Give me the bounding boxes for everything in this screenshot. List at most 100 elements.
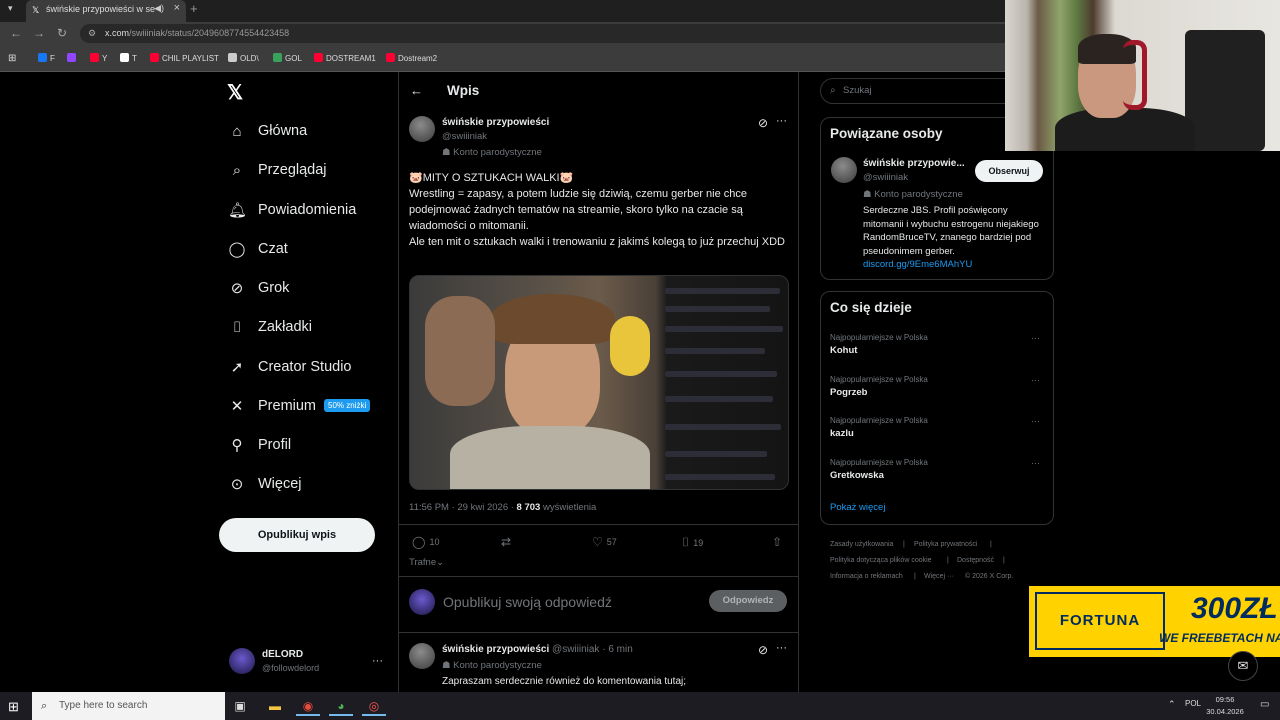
footer-separator: | xyxy=(947,557,949,564)
notifications-icon[interactable]: ▭ xyxy=(1260,699,1269,710)
more-options-icon[interactable]: ··· xyxy=(776,115,787,127)
windows-start-icon[interactable]: ⊞ xyxy=(8,699,19,715)
nav-profile[interactable]: ⚲ Profil xyxy=(228,433,292,457)
url-path: /swiiiniak/status/2049608774554423458 xyxy=(129,28,290,38)
bookmark-0[interactable]: F xyxy=(38,53,55,63)
chat-overlay-line xyxy=(665,451,767,457)
reply-button[interactable]: Odpowiedz xyxy=(709,590,787,612)
reply-age[interactable]: · 6 min xyxy=(602,644,633,655)
reply-input[interactable]: Opublikuj swoją odpowiedź xyxy=(443,594,612,610)
avatar[interactable] xyxy=(409,643,435,669)
trend-more-icon[interactable]: ··· xyxy=(1031,458,1040,468)
account-handle[interactable]: @followdelord xyxy=(262,663,319,673)
tweet-author-handle[interactable]: @swiiiniak xyxy=(442,131,487,142)
nav-explore[interactable]: ⌕ Przeglądaj xyxy=(228,158,327,182)
trend-item-gretkowska[interactable]: Gretkowska xyxy=(830,470,884,481)
tweet-timestamp[interactable]: 11:56 PM · 29 kwi 2026 · xyxy=(409,502,514,513)
nav-creator-studio[interactable]: ➚ Creator Studio xyxy=(228,355,352,379)
footer-link[interactable]: Polityka prywatności xyxy=(914,541,977,548)
obs-icon[interactable]: ◎ xyxy=(362,696,386,716)
back-arrow-icon[interactable]: ← xyxy=(410,83,423,98)
bookmark-label: CHIL PLAYLIST xyxy=(162,54,219,63)
nav-home[interactable]: ⌂ Główna xyxy=(228,119,307,143)
apps-grid-icon[interactable]: ⊞ xyxy=(8,53,16,64)
avatar[interactable] xyxy=(229,648,255,674)
bookmark-5[interactable]: OLD\ xyxy=(228,53,259,63)
tweet-author-name[interactable]: świńskie przypowieści xyxy=(442,117,549,128)
chrome-icon[interactable]: ◕ xyxy=(329,696,353,716)
tab-search-icon[interactable]: ▾ xyxy=(8,3,13,14)
account-more-icon[interactable]: ··· xyxy=(372,655,383,667)
bookmark-8[interactable]: Dostream2 xyxy=(386,53,437,63)
nav-bookmarks[interactable]: ⌷ Zakładki xyxy=(228,315,312,339)
repost-action[interactable]: ⇄ xyxy=(501,535,515,549)
close-tab-icon[interactable]: × xyxy=(174,2,180,14)
bookmark-action[interactable]: ⌷ 19 xyxy=(682,535,703,550)
site-info-icon[interactable]: ⚙ xyxy=(88,24,96,43)
related-link[interactable]: discord.gg/9Eme6MAhYU xyxy=(863,259,972,270)
nav-more[interactable]: ⊙ Więcej xyxy=(228,472,302,496)
footer-link[interactable]: Więcej ··· xyxy=(924,573,954,580)
trends-panel xyxy=(820,291,1054,525)
new-tab-button[interactable]: + xyxy=(190,1,198,16)
language-indicator[interactable]: POL xyxy=(1185,699,1201,708)
trend-item-kohut[interactable]: Kohut xyxy=(830,345,857,356)
file-explorer-icon[interactable]: ▬ xyxy=(263,696,287,716)
footer-link[interactable]: Zasady użytkowania xyxy=(830,541,893,548)
reply-author-handle[interactable]: @swiiiniak xyxy=(552,644,599,655)
bookmark-6[interactable]: GOL xyxy=(273,53,302,63)
show-more-link[interactable]: Pokaż więcej xyxy=(830,502,885,513)
reply-author-name[interactable]: świńskie przypowieści xyxy=(442,644,549,655)
parody-label-text: Konto parodystyczne xyxy=(453,660,542,671)
premium-discount-badge[interactable]: 50% zniżki xyxy=(324,399,371,412)
sort-replies-dropdown[interactable]: Trafne⌄ xyxy=(409,557,444,568)
taskbar-search-input[interactable]: ⌕ Type here to search xyxy=(32,692,225,720)
footer-link[interactable]: Polityka dotycząca plików cookie xyxy=(830,557,932,564)
trend-more-icon[interactable]: ··· xyxy=(1031,333,1040,343)
bookmark-favicon-icon xyxy=(386,53,395,62)
bookmark-3[interactable]: T xyxy=(120,53,137,63)
nav-chat[interactable]: ◯ Czat xyxy=(228,237,288,261)
trend-item-pogrzeb[interactable]: Pogrzeb xyxy=(830,387,867,398)
bookmark-4[interactable]: CHIL PLAYLIST xyxy=(150,53,219,63)
trend-more-icon[interactable]: ··· xyxy=(1031,375,1040,385)
related-handle[interactable]: @swiiiniak xyxy=(863,172,908,183)
speaker-icon[interactable]: ◀) xyxy=(154,2,164,14)
reload-icon[interactable]: ↻ xyxy=(57,26,67,40)
grok-analyze-icon[interactable]: ⊘ xyxy=(758,116,768,130)
tray-chevron-up-icon[interactable]: ⌃ xyxy=(1168,699,1176,710)
footer-link[interactable]: Informacja o reklamach xyxy=(830,573,903,580)
publish-post-button[interactable]: Opublikuj wpis xyxy=(219,518,375,552)
forward-icon[interactable]: → xyxy=(33,26,45,40)
avatar[interactable] xyxy=(831,157,857,183)
reply-action[interactable]: ◯ 10 xyxy=(412,535,439,549)
nav-notifications[interactable]: 🔔︎ Powiadomienia xyxy=(228,198,356,222)
nav-grok[interactable]: ⊘ Grok xyxy=(228,276,290,300)
messages-chat-icon[interactable]: ✉ xyxy=(1228,651,1258,681)
back-icon[interactable]: ← xyxy=(10,26,22,40)
bookmark-1[interactable] xyxy=(67,53,79,63)
account-name[interactable]: dELORD xyxy=(262,649,303,660)
like-action[interactable]: ♡ 57 xyxy=(592,535,617,549)
grok-analyze-icon[interactable]: ⊘ xyxy=(758,643,768,657)
more-options-icon[interactable]: ··· xyxy=(776,642,787,654)
app-icon[interactable]: ◉ xyxy=(296,696,320,716)
browser-tab[interactable]: 𝕏 świńskie przypowieści w se ◀) × xyxy=(26,0,186,22)
bookmark-2[interactable]: Y xyxy=(90,53,107,63)
taskbar-clock[interactable]: 09:56 30.04.2026 xyxy=(1200,694,1250,718)
x-logo-icon[interactable]: 𝕏 xyxy=(227,80,243,105)
footer-link[interactable]: Dostępność xyxy=(957,557,994,564)
nav-premium[interactable]: ✕ Premium xyxy=(228,394,316,418)
trend-item-kazlu[interactable]: kazlu xyxy=(830,428,854,439)
follow-button[interactable]: Obserwuj xyxy=(975,160,1043,182)
tweet-video-thumbnail[interactable] xyxy=(409,275,789,490)
avatar[interactable] xyxy=(409,116,435,142)
task-view-icon[interactable]: ▣ xyxy=(228,696,252,716)
bookmark-label: GOL xyxy=(285,54,302,63)
share-action[interactable]: ⇧ xyxy=(772,535,786,549)
trend-more-icon[interactable]: ··· xyxy=(1031,416,1040,426)
divider xyxy=(399,632,799,633)
reply-text: Zapraszam serdecznie również do komentow… xyxy=(442,676,687,687)
bookmark-7[interactable]: DOSTREAM1 xyxy=(314,53,376,63)
related-name[interactable]: świńskie przypowie... xyxy=(863,158,965,169)
